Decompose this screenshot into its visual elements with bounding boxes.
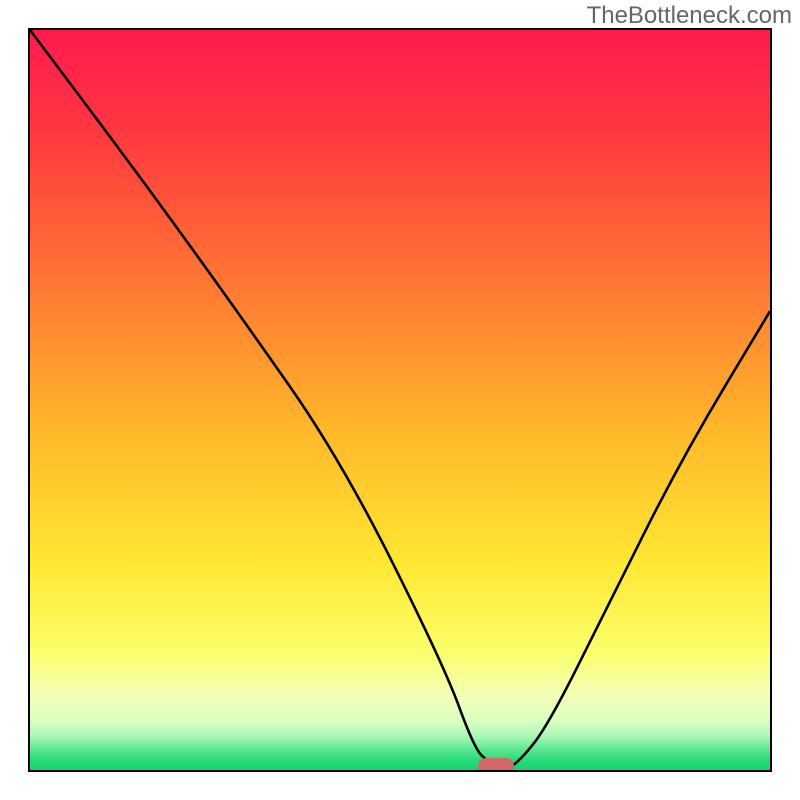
chart-marker (478, 758, 514, 772)
chart-curve (30, 30, 770, 770)
chart-plot-area (28, 28, 772, 772)
watermark-text: TheBottleneck.com (587, 2, 792, 30)
